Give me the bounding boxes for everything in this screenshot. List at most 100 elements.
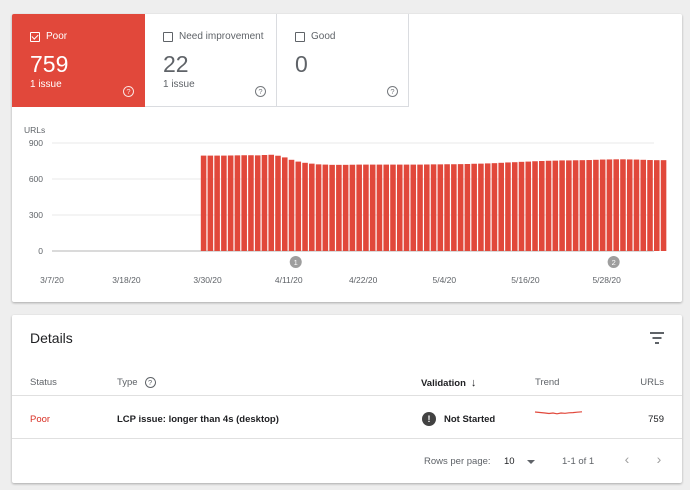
chart-bar (572, 160, 579, 251)
y-tick-label: 0 (38, 246, 43, 256)
chart-bar (302, 162, 308, 251)
chart-bar (552, 160, 559, 251)
chart-bar (376, 164, 383, 251)
y-axis-label: URLs (24, 125, 45, 135)
chart-bar (261, 155, 268, 251)
x-tick-label: 4/22/20 (349, 275, 378, 285)
x-tick-label: 5/16/20 (511, 275, 540, 285)
chart-bar (471, 163, 477, 251)
chart-bar (275, 155, 281, 251)
chart-bar (241, 155, 247, 251)
chart-bar (457, 164, 464, 251)
chart-bar (654, 160, 660, 251)
chart-bar (356, 164, 362, 251)
annotation-label: 2 (612, 258, 616, 267)
chart-bar (315, 164, 322, 251)
chevron-down-icon (526, 459, 535, 464)
chart-bar (518, 161, 525, 251)
chart-bar (505, 162, 511, 251)
row-divider (12, 438, 682, 439)
previous-page-button[interactable]: ‹ (620, 451, 634, 467)
pagination-range: 1-1 of 1 (562, 456, 595, 467)
chart-bar (586, 160, 592, 251)
chart-bar (539, 161, 545, 251)
chart-bar (309, 163, 315, 251)
column-header-urls[interactable]: URLs (640, 377, 664, 388)
rows-per-page-value: 10 (504, 456, 515, 467)
chart-bar (640, 159, 647, 251)
chart-bar (403, 164, 410, 251)
filter-icon[interactable] (650, 332, 664, 344)
next-page-button[interactable]: › (652, 451, 666, 467)
row-urls: 759 (648, 414, 664, 425)
chart-bar (322, 164, 329, 251)
row-validation: ! Not Started (422, 412, 495, 426)
chart-bar (288, 159, 295, 251)
chart-bar (620, 159, 626, 251)
column-header-trend[interactable]: Trend (535, 377, 559, 388)
chart-bar (626, 159, 633, 251)
column-header-type[interactable]: Type ? (117, 377, 156, 388)
chart-bar (484, 163, 491, 251)
chart-bar (417, 164, 423, 251)
chart-bar (295, 161, 302, 251)
chart-bar (227, 155, 234, 251)
x-tick-label: 3/7/20 (40, 275, 64, 285)
row-status: Poor (30, 414, 51, 425)
y-tick-label: 300 (29, 210, 43, 220)
chart-bar (200, 155, 207, 251)
chart-bar (545, 160, 552, 251)
chart-bar (451, 164, 457, 251)
details-card: Details Status Type ? Validation ↓ Trend… (12, 315, 682, 483)
header-divider (12, 395, 682, 396)
chart-bar (647, 160, 653, 251)
chart-bar (464, 164, 471, 251)
chart-bar (234, 155, 241, 251)
chart-card: Poor 759 1 issue ? Need improvement 22 1… (12, 14, 682, 302)
sort-descending-icon: ↓ (470, 377, 477, 389)
alert-icon: ! (422, 412, 436, 426)
chart-bar (511, 162, 518, 251)
column-header-type-label: Type (117, 377, 138, 388)
chart-bar (349, 164, 356, 251)
chart-bar (613, 159, 619, 251)
x-tick-label: 5/4/20 (432, 275, 456, 285)
chart-bar (559, 160, 565, 251)
chart-bar (329, 164, 335, 251)
annotation-label: 1 (294, 258, 298, 267)
chart-bar (478, 163, 484, 251)
chart-bar (396, 164, 403, 251)
row-validation-label: Not Started (444, 413, 496, 425)
row-type: LCP issue: longer than 4s (desktop) (117, 414, 279, 425)
help-icon[interactable]: ? (144, 377, 156, 388)
chart-bar (444, 164, 450, 251)
x-tick-label: 3/30/20 (193, 275, 222, 285)
x-tick-label: 3/18/20 (112, 275, 141, 285)
chart-bar (525, 161, 532, 251)
row-trend-sparkline (534, 411, 583, 415)
chart-bar (383, 164, 390, 251)
x-tick-label: 5/28/20 (592, 275, 621, 285)
chart-bar (342, 164, 349, 251)
chart-bar (248, 155, 254, 251)
chart-bar (430, 164, 437, 251)
column-header-status[interactable]: Status (30, 377, 57, 388)
chart-bar (254, 155, 261, 251)
chart-bar (410, 164, 417, 251)
details-title: Details (30, 330, 73, 346)
y-tick-label: 600 (29, 174, 43, 184)
chart-bar (437, 164, 444, 251)
chart-bar (579, 160, 586, 251)
chart-bar (633, 159, 640, 251)
chart-bar (390, 164, 396, 251)
urls-bar-chart: URLs 0 300 600 900 3/7/20 3/18/20 3/30/20 4/11/2… (24, 125, 667, 285)
rows-per-page-select[interactable]: 10 (504, 456, 535, 467)
column-header-validation[interactable]: Validation ↓ (421, 377, 476, 389)
chart-bar (498, 162, 504, 251)
chart-bar (363, 164, 369, 251)
chart-bar (593, 159, 599, 251)
chart-bar (491, 163, 498, 251)
column-header-validation-label: Validation (421, 377, 466, 389)
chart-bar (532, 161, 538, 251)
chart-bar (281, 157, 288, 251)
